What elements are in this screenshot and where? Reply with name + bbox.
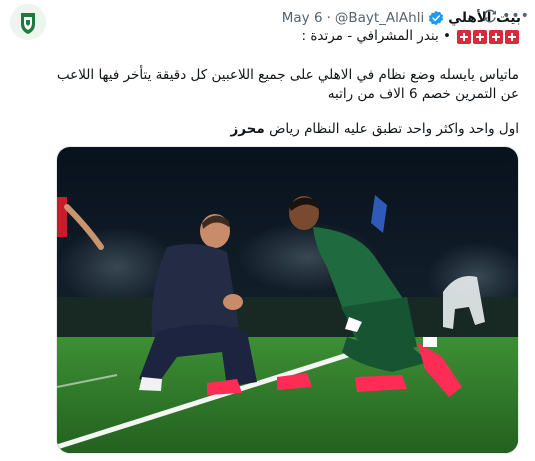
tweet-text-line-2: عن التمرين خصم 6 الاف من راتبه xyxy=(327,86,519,102)
quote-attribution: • بندر المشرافي - مرتدة : xyxy=(301,28,452,44)
tweet-text-bold-name: محرز xyxy=(230,121,265,137)
tweet-text-line-3: اول واحد واكثر واحد تطبق عليه النظام ريا… xyxy=(231,120,520,139)
quote-attribution-row: • بندر المشرافي - مرتدة : xyxy=(301,27,519,46)
football-photo xyxy=(57,147,518,453)
verified-badge-icon xyxy=(429,10,444,26)
tweet-text-line-3-prefix: اول واحد واكثر واحد تطبق عليه النظام ريا… xyxy=(269,121,519,137)
club-crest-icon xyxy=(10,4,46,40)
header-separator: · xyxy=(326,10,331,26)
red-flag-icon xyxy=(505,29,519,44)
more-options-icon[interactable]: ••• xyxy=(502,6,529,26)
repost-icon[interactable] xyxy=(481,7,499,25)
author-avatar[interactable] xyxy=(10,4,46,40)
tweet-date[interactable]: May 6 xyxy=(282,10,323,26)
red-flag-icon xyxy=(457,29,471,44)
red-flag-icon xyxy=(473,29,487,44)
red-flag-icon xyxy=(489,29,503,44)
tweet-card[interactable]: بيت الأهلي @Bayt_AlAhli · May 6 ••• • بن… xyxy=(0,0,535,461)
tweet-text-line-1: ماتياس يايسله وضع نظام في الاهلي على جمي… xyxy=(56,67,519,83)
author-handle[interactable]: @Bayt_AlAhli xyxy=(335,10,424,26)
tweet-media-photo[interactable] xyxy=(56,146,519,454)
